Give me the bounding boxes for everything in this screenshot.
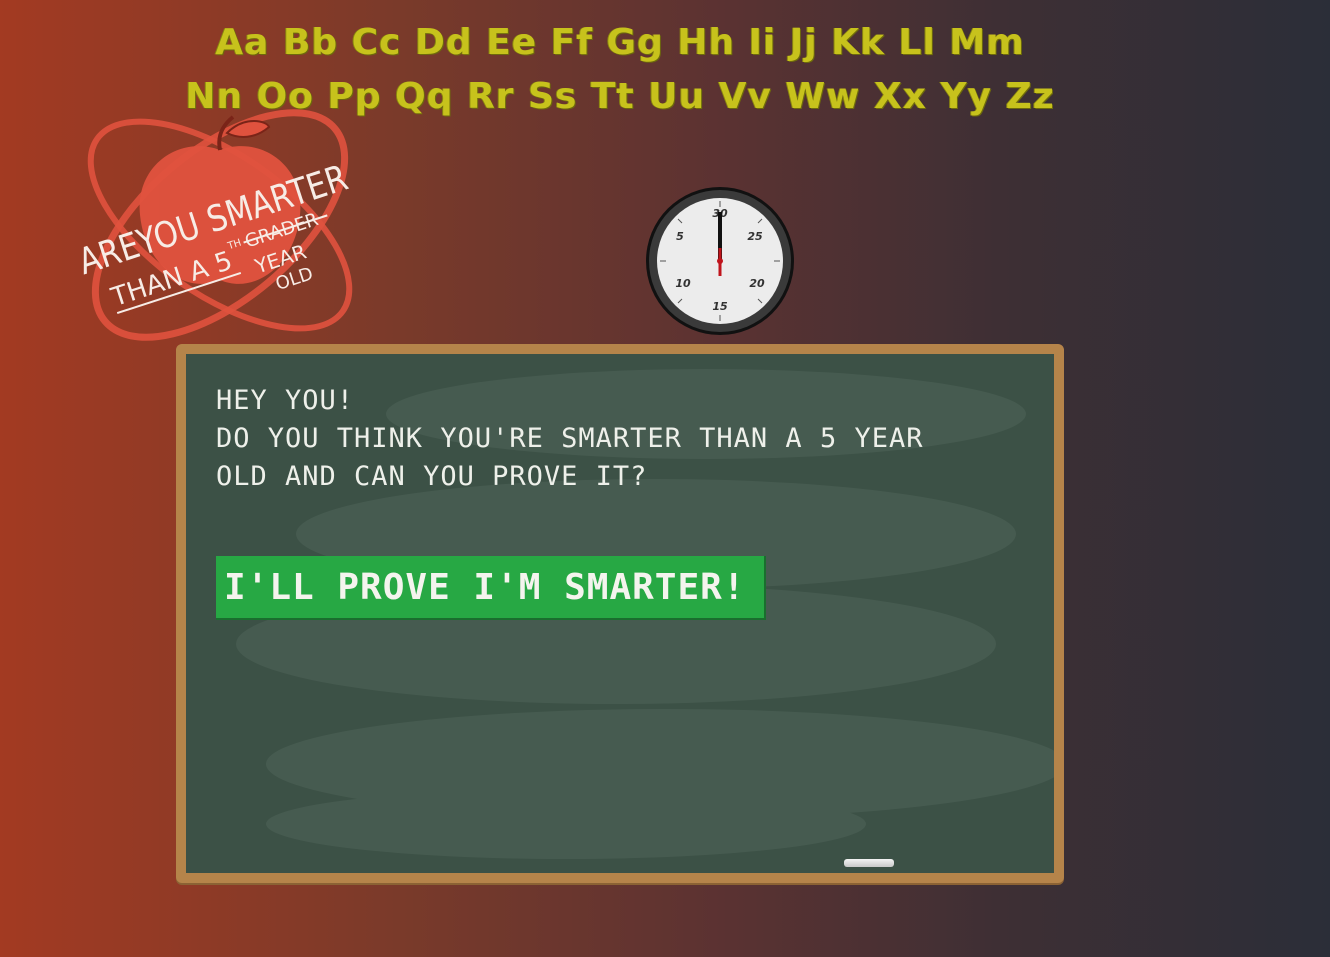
clock-label-25: 25 bbox=[747, 230, 763, 243]
clock-label-5: 5 bbox=[676, 230, 684, 243]
board-greeting: Hey you! bbox=[216, 385, 355, 416]
chalk-piece bbox=[844, 859, 894, 867]
clock-label-15: 15 bbox=[712, 300, 728, 313]
stopwatch-clock: 30 5 25 10 20 15 bbox=[646, 187, 794, 335]
clock-label-10: 10 bbox=[675, 277, 691, 290]
board-question-line-2: old and can you prove it? bbox=[216, 461, 648, 492]
board-question-line-1: Do you think you're smarter than a 5 yea… bbox=[216, 423, 924, 454]
prove-smarter-button[interactable]: I'll prove I'm smarter! bbox=[216, 556, 766, 620]
board-message: Hey you! Do you think you're smarter tha… bbox=[216, 382, 1016, 496]
clock-label-20: 20 bbox=[749, 277, 765, 290]
chalkboard: Hey you! Do you think you're smarter tha… bbox=[176, 344, 1064, 883]
